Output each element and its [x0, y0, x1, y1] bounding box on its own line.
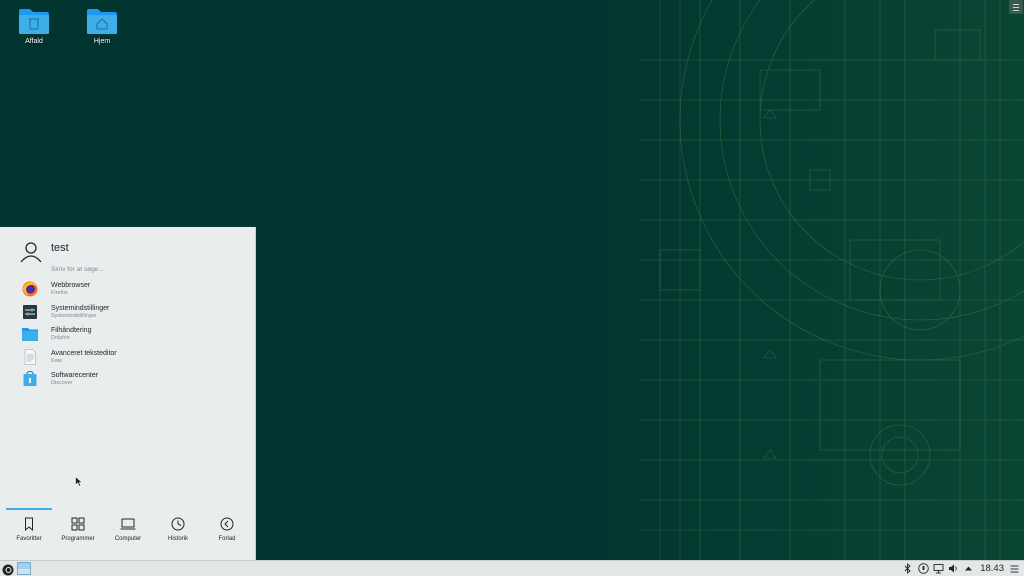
list-item-teksteditor[interactable]: Avanceret teksteditor Kate — [22, 346, 247, 369]
volume-icon[interactable] — [947, 563, 959, 575]
list-item-filhandtering[interactable]: Filhåndtering Dolphin — [22, 323, 247, 346]
favorites-list: Webbrowser Firefox Systemindstillinger S… — [22, 278, 247, 391]
clock[interactable]: 18.43 — [980, 563, 1004, 574]
tab-forlad[interactable]: Forlad — [202, 517, 252, 542]
desktop-toolbox-button[interactable] — [1009, 0, 1023, 14]
tab-label: Programmer — [61, 536, 95, 542]
user-avatar[interactable] — [20, 241, 42, 263]
desktop-icon-label: Affald — [25, 38, 43, 45]
tab-label: Computer — [114, 536, 142, 542]
tab-label: Favoritter — [16, 536, 42, 542]
home-folder-icon — [87, 8, 117, 34]
list-item-softwarecenter[interactable]: Softwarecenter Discover — [22, 368, 247, 391]
app-subtitle: Dolphin — [51, 335, 70, 342]
back-arrow-icon — [220, 517, 234, 531]
tab-computer[interactable]: Computer — [103, 517, 153, 542]
launcher-tab-bar: Favoritter Programmer Computer Historik … — [0, 505, 256, 560]
application-launcher-button[interactable] — [2, 563, 14, 576]
desktop-icon-trash[interactable]: Affald — [4, 8, 64, 45]
updates-icon[interactable] — [917, 563, 929, 575]
app-title: Webbrowser — [51, 282, 91, 290]
desktop-icon-home[interactable]: Hjem — [72, 8, 132, 45]
app-title: Filhåndtering — [51, 327, 92, 335]
tab-favoritter[interactable]: Favoritter — [4, 517, 54, 542]
trash-folder-icon — [19, 8, 49, 34]
laptop-icon — [120, 518, 136, 530]
system-tray: 18.43 — [899, 561, 1024, 576]
active-tab-indicator — [6, 508, 52, 510]
bookmark-icon — [25, 517, 33, 531]
app-title: Softwarecenter — [51, 372, 99, 380]
search-input[interactable]: Skriv for at søge... — [51, 266, 104, 273]
app-subtitle: Discover — [51, 380, 73, 387]
app-subtitle: Systemindstillinger — [51, 312, 97, 319]
mouse-cursor-icon — [75, 476, 83, 487]
opensuse-logo-icon — [2, 564, 14, 576]
virtual-desktop-pager[interactable] — [17, 562, 31, 575]
clock-icon — [171, 517, 185, 531]
tab-programmer[interactable]: Programmer — [53, 517, 103, 542]
tab-label: Forlad — [218, 536, 236, 542]
app-subtitle: Kate — [51, 357, 63, 364]
app-subtitle: Firefox — [51, 290, 68, 297]
dolphin-folder-icon — [22, 326, 38, 342]
list-item-webbrowser[interactable]: Webbrowser Firefox — [22, 278, 247, 301]
app-title: Systemindstillinger — [51, 304, 110, 312]
firefox-icon — [22, 281, 38, 297]
expand-arrow-icon[interactable] — [962, 563, 974, 575]
user-name: test — [51, 242, 69, 254]
app-title: Avanceret teksteditor — [51, 349, 117, 357]
menu-icon[interactable] — [1008, 563, 1020, 575]
tab-label: Historik — [167, 536, 188, 542]
desktop-icon-label: Hjem — [93, 38, 111, 45]
taskbar: 18.43 — [0, 560, 1024, 576]
list-item-systemindstillinger[interactable]: Systemindstillinger Systemindstillinger — [22, 301, 247, 324]
tab-historik[interactable]: Historik — [153, 517, 203, 542]
user-icon — [20, 242, 42, 263]
application-launcher-menu: test Skriv for at søge... Webbrowser Fir… — [0, 227, 256, 560]
grid-icon — [71, 517, 85, 531]
text-editor-icon — [22, 348, 38, 365]
settings-icon — [22, 304, 38, 320]
discover-icon — [22, 371, 38, 387]
bluetooth-icon[interactable] — [902, 563, 914, 575]
network-icon[interactable] — [932, 563, 944, 575]
